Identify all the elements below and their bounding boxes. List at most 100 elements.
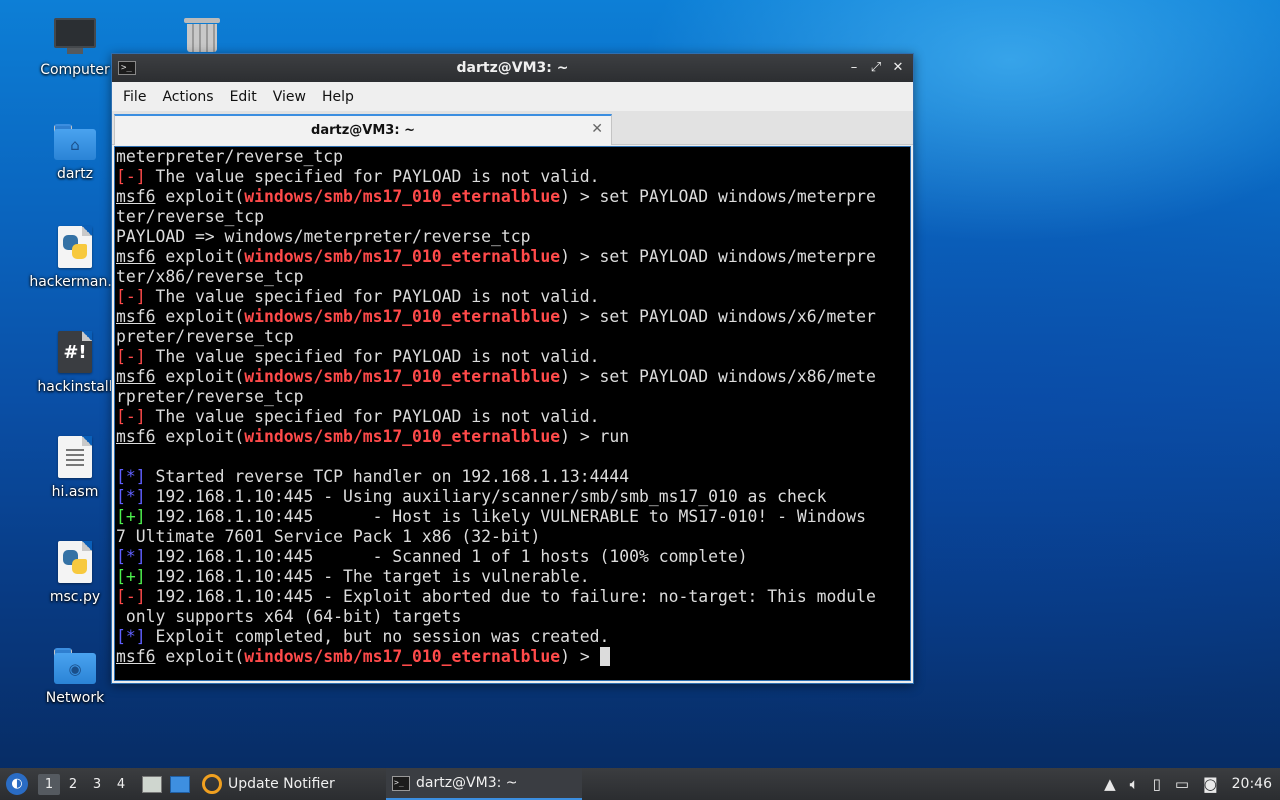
status-marker: [-] — [116, 347, 146, 366]
prompt-module: windows/smb/ms17_010_eternalblue — [244, 247, 561, 266]
terminal-line: 7 Ultimate 7601 Service Pack 1 x86 (32-b… — [116, 527, 910, 547]
tray-arrow-icon[interactable]: ▲ — [1104, 775, 1116, 793]
workspace-4[interactable]: 4 — [110, 774, 132, 795]
tab-terminal[interactable]: dartz@VM3: ~ ✕ — [114, 114, 612, 145]
line-text: 192.168.1.10:445 - The target is vulnera… — [145, 567, 590, 586]
computer-icon — [54, 18, 96, 56]
desktop-icon-label: Network — [45, 690, 105, 706]
clipboard-icon[interactable]: ▯ — [1153, 775, 1161, 793]
status-marker: [*] — [116, 547, 146, 566]
text-file-icon — [58, 436, 92, 478]
prompt-module: windows/smb/ms17_010_eternalblue — [244, 307, 561, 326]
volume-icon[interactable]: 🔈︎ — [1130, 775, 1139, 793]
line-text: The value specified for PAYLOAD is not v… — [145, 347, 600, 366]
tab-bar: dartz@VM3: ~ ✕ — [112, 111, 913, 145]
terminal-line: msf6 exploit(windows/smb/ms17_010_eterna… — [116, 427, 910, 447]
terminal-icon: >_ — [118, 61, 136, 75]
terminal-line: msf6 exploit(windows/smb/ms17_010_eterna… — [116, 307, 910, 327]
window-titlebar[interactable]: >_ dartz@VM3: ~ – ⤢ ✕ — [112, 54, 913, 82]
prompt-exploit: exploit( — [155, 427, 245, 446]
window-title: dartz@VM3: ~ — [456, 60, 569, 76]
terminal-line: [-] The value specified for PAYLOAD is n… — [116, 167, 910, 187]
desktop-icon-label: dartz — [56, 166, 94, 182]
line-text: The value specified for PAYLOAD is not v… — [145, 287, 600, 306]
terminal-line: ter/x86/reverse_tcp — [116, 267, 910, 287]
network-folder-icon: ◉ — [54, 648, 96, 684]
task-update-notifier[interactable]: Update Notifier — [196, 768, 386, 800]
status-marker: [-] — [116, 167, 146, 186]
desktop-icon-label: hackerman.p — [29, 274, 121, 290]
tab-title: dartz@VM3: ~ — [311, 123, 415, 138]
menu-help[interactable]: Help — [315, 85, 361, 109]
prompt-command: ) > set PAYLOAD windows/meterpre — [560, 187, 876, 206]
workspace-switcher: 1 2 3 4 — [38, 773, 132, 795]
task-terminal[interactable]: >_ dartz@VM3: ~ — [386, 768, 582, 800]
terminal-line: msf6 exploit(windows/smb/ms17_010_eterna… — [116, 187, 910, 207]
file-manager-icon[interactable] — [142, 775, 162, 793]
terminal-line: [-] The value specified for PAYLOAD is n… — [116, 287, 910, 307]
start-menu-button[interactable]: ◐ — [6, 773, 28, 795]
prompt-command: ) > set PAYLOAD windows/x6/meter — [560, 307, 876, 326]
show-desktop-icon[interactable] — [170, 775, 190, 793]
desktop-icon-label: hi.asm — [51, 484, 99, 500]
line-text: PAYLOAD => windows/meterpreter/reverse_t… — [116, 227, 531, 246]
prompt-exploit: exploit( — [155, 247, 245, 266]
terminal-line: preter/reverse_tcp — [116, 327, 910, 347]
network-icon[interactable]: ▭ — [1175, 775, 1189, 793]
line-text: only supports x64 (64-bit) targets — [116, 607, 462, 626]
script-file-icon: #! — [58, 331, 92, 373]
clock[interactable]: 20:46 — [1232, 776, 1272, 792]
notification-icon[interactable]: ◙ — [1203, 775, 1218, 793]
terminal-line: msf6 exploit(windows/smb/ms17_010_eterna… — [116, 647, 910, 667]
line-text: Exploit completed, but no session was cr… — [145, 627, 610, 646]
python-file-icon — [58, 541, 92, 583]
terminal-output[interactable]: meterpreter/reverse_tcp [-] The value spe… — [114, 146, 911, 681]
prompt-module: windows/smb/ms17_010_eternalblue — [244, 367, 561, 386]
workspace-2[interactable]: 2 — [62, 774, 84, 795]
terminal-line: [*] 192.168.1.10:445 - Scanned 1 of 1 ho… — [116, 547, 910, 567]
prompt-msf: msf6 — [116, 247, 156, 266]
close-button[interactable]: ✕ — [889, 59, 907, 77]
line-text: The value specified for PAYLOAD is not v… — [145, 167, 600, 186]
line-text: 7 Ultimate 7601 Service Pack 1 x86 (32-b… — [116, 527, 541, 546]
terminal-line: PAYLOAD => windows/meterpreter/reverse_t… — [116, 227, 910, 247]
prompt-msf: msf6 — [116, 427, 156, 446]
menu-edit[interactable]: Edit — [223, 85, 264, 109]
line-text: ter/x86/reverse_tcp — [116, 267, 304, 286]
prompt-exploit: exploit( — [155, 647, 245, 666]
prompt-module: windows/smb/ms17_010_eternalblue — [244, 427, 561, 446]
menu-view[interactable]: View — [266, 85, 313, 109]
terminal-window: >_ dartz@VM3: ~ – ⤢ ✕ File Actions Edit … — [111, 53, 914, 684]
line-text: rpreter/reverse_tcp — [116, 387, 304, 406]
minimize-button[interactable]: – — [845, 59, 863, 77]
trash-icon[interactable] — [184, 18, 220, 52]
status-marker: [*] — [116, 627, 146, 646]
prompt-exploit: exploit( — [155, 307, 245, 326]
tab-close-button[interactable]: ✕ — [591, 121, 603, 137]
workspace-1[interactable]: 1 — [38, 773, 60, 795]
workspace-3[interactable]: 3 — [86, 774, 108, 795]
prompt-msf: msf6 — [116, 307, 156, 326]
menu-actions[interactable]: Actions — [155, 85, 220, 109]
menu-file[interactable]: File — [116, 85, 153, 109]
system-tray: ▲ 🔈︎ ▯ ▭ ◙ 20:46 — [1104, 775, 1272, 793]
status-marker: [-] — [116, 407, 146, 426]
terminal-line: [+] 192.168.1.10:445 - The target is vul… — [116, 567, 910, 587]
line-text: ter/reverse_tcp — [116, 207, 265, 226]
terminal-line: msf6 exploit(windows/smb/ms17_010_eterna… — [116, 247, 910, 267]
status-marker: [+] — [116, 507, 146, 526]
maximize-button[interactable]: ⤢ — [867, 59, 885, 77]
line-text: 192.168.1.10:445 - Scanned 1 of 1 hosts … — [145, 547, 748, 566]
terminal-line: only supports x64 (64-bit) targets — [116, 607, 910, 627]
terminal-line: ter/reverse_tcp — [116, 207, 910, 227]
task-label: Update Notifier — [228, 776, 335, 792]
task-label: dartz@VM3: ~ — [416, 775, 518, 791]
menubar: File Actions Edit View Help — [112, 82, 913, 111]
status-marker: [*] — [116, 487, 146, 506]
prompt-msf: msf6 — [116, 187, 156, 206]
prompt-msf: msf6 — [116, 367, 156, 386]
line-text: 192.168.1.10:445 - Host is likely VULNER… — [145, 507, 866, 526]
terminal-line: [-] The value specified for PAYLOAD is n… — [116, 347, 910, 367]
status-marker: [+] — [116, 567, 146, 586]
desktop-icon-label: Computer — [40, 62, 110, 78]
